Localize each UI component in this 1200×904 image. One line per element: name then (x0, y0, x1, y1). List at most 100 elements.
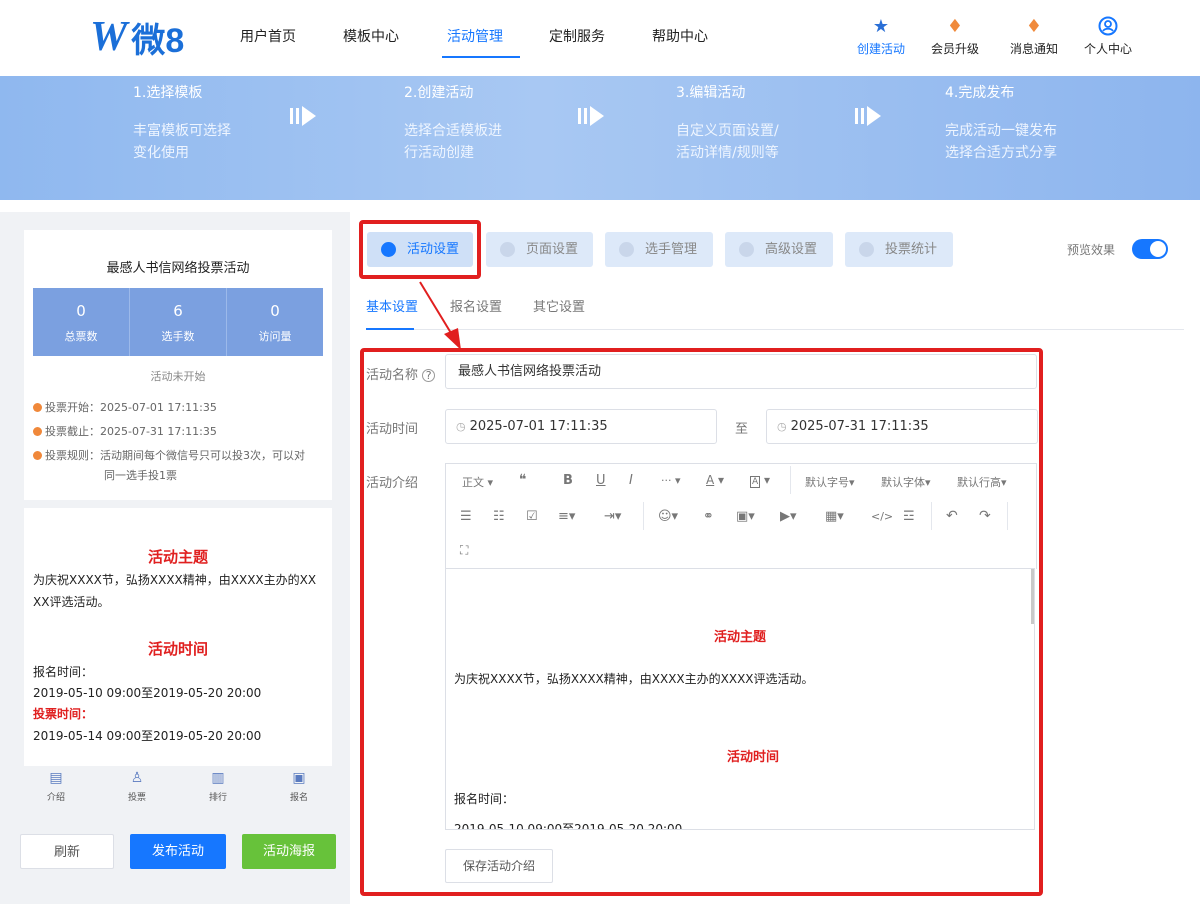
tabbar-label: 排行 (208, 793, 227, 803)
vote-rule-line-2: 同一选手投1票 (104, 469, 177, 482)
highlight-box-tab (359, 220, 481, 279)
crown-icon: ♦ (946, 16, 964, 37)
logo-mark: W (90, 14, 127, 60)
subtab-underline (366, 328, 414, 330)
vote-start-text: 投票开始：2025-07-01 17:11:35 (45, 401, 217, 414)
tabbar-label: 投票 (127, 793, 146, 803)
step-desc: 选择合适方式分享 (945, 145, 1057, 161)
nav-item-help[interactable]: 帮助中心 (652, 26, 708, 46)
star-icon: ★ (872, 16, 890, 37)
tool-label: 个人中心 (1083, 42, 1132, 56)
tabbar-intro[interactable]: ▤ 介绍 (36, 770, 76, 803)
bell-icon: ♦ (1025, 16, 1043, 37)
stat-number: 0 (270, 302, 280, 320)
arrow-right-icon (578, 106, 604, 126)
member-upgrade-button[interactable]: ♦ 会员升级 (920, 16, 990, 57)
person-icon: ♙ (130, 770, 144, 786)
preview-theme-text: 为庆祝XXXX节，弘扬XXXX精神，由XXXX主办的XX (33, 573, 317, 587)
activity-status: 活动未开始 (150, 370, 206, 383)
step-title: 3.编辑活动 (676, 85, 746, 101)
nav-item-activities[interactable]: 活动管理 (447, 26, 503, 46)
user-center-button[interactable]: 个人中心 (1073, 16, 1143, 57)
tab-page-settings[interactable]: 页面设置 (486, 232, 593, 267)
preview-title: 最感人书信网络投票活动 (106, 261, 250, 276)
stat-label: 总票数 (64, 330, 98, 343)
tool-label: 消息通知 (1009, 42, 1058, 56)
step-title: 1.选择模板 (133, 85, 203, 101)
top-nav: W 微8 用户首页 模板中心 活动管理 定制服务 帮助中心 ★ 创建活动 ♦ 会… (0, 0, 1200, 76)
tool-label: 创建活动 (856, 42, 905, 56)
stat-total-votes: 0 总票数 (33, 288, 130, 356)
step-desc: 完成活动一键发布 (945, 123, 1057, 139)
poster-button[interactable]: 活动海报 (242, 834, 336, 869)
tab-player-management[interactable]: 选手管理 (605, 232, 713, 267)
stats-box: 0 总票数 6 选手数 0 访问量 (33, 288, 323, 356)
nav-item-home[interactable]: 用户首页 (240, 26, 296, 46)
stats-icon (859, 242, 874, 257)
tabbar-vote[interactable]: ♙ 投票 (117, 770, 157, 803)
tab-advanced-settings[interactable]: 高级设置 (725, 232, 833, 267)
tabbar-label: 介绍 (46, 793, 65, 803)
preview-signup-range: 2019-05-10 09:00至2019-05-20 20:00 (33, 686, 262, 700)
stat-visits: 0 访问量 (227, 288, 323, 356)
preview-signup-label: 报名时间： (33, 665, 94, 679)
vote-end-line: 投票截止：2025-07-31 17:11:35 (33, 424, 217, 440)
step-title: 4.完成发布 (945, 85, 1015, 101)
tool-label: 会员升级 (930, 42, 979, 56)
highlight-box-form (360, 348, 1043, 896)
step-desc: 变化使用 (133, 145, 189, 161)
info-dot-icon (33, 403, 42, 412)
step-1: 1.选择模板 丰富模板可选择 变化使用 (133, 82, 231, 164)
nav-item-templates[interactable]: 模板中心 (343, 26, 399, 46)
arrow-right-icon (855, 106, 881, 126)
nav-active-underline (442, 56, 520, 58)
preview-toggle-label: 预览效果 (1067, 243, 1116, 257)
advanced-icon (739, 242, 754, 257)
subtab-divider (366, 329, 1184, 330)
nav-item-custom[interactable]: 定制服务 (549, 26, 605, 46)
vote-rule-line: 投票规则：活动期间每个微信号只可以投3次，可以对 (33, 448, 305, 464)
tab-label: 高级设置 (765, 242, 818, 257)
step-desc: 行活动创建 (404, 145, 474, 161)
preview-toggle[interactable] (1132, 239, 1168, 259)
step-title: 2.创建活动 (404, 85, 474, 101)
vote-start-line: 投票开始：2025-07-01 17:11:35 (33, 400, 217, 416)
tabbar-signup[interactable]: ▣ 报名 (279, 770, 319, 803)
page-icon (500, 242, 515, 257)
arrow-right-icon (290, 106, 316, 126)
publish-button[interactable]: 发布活动 (130, 834, 226, 869)
logo[interactable]: W 微8 (90, 14, 184, 60)
stat-label: 选手数 (161, 330, 195, 343)
tabbar-rank[interactable]: ▥ 排行 (198, 770, 238, 803)
stat-number: 0 (76, 302, 86, 320)
tab-label: 页面设置 (526, 242, 579, 257)
stat-number: 6 (173, 302, 183, 320)
tab-label: 投票统计 (885, 242, 938, 257)
step-4: 4.完成发布 完成活动一键发布 选择合适方式分享 (945, 82, 1057, 164)
subtab-other[interactable]: 其它设置 (533, 296, 585, 315)
tabbar-label: 报名 (289, 793, 308, 803)
step-desc: 丰富模板可选择 (133, 123, 231, 139)
info-dot-icon (33, 451, 42, 460)
notifications-button[interactable]: ♦ 消息通知 (999, 16, 1069, 57)
step-3: 3.编辑活动 自定义页面设置/ 活动详情/规则等 (676, 82, 779, 164)
create-activity-button[interactable]: ★ 创建活动 (846, 16, 916, 57)
user-icon (1073, 16, 1143, 38)
tab-vote-stats[interactable]: 投票统计 (845, 232, 953, 267)
vote-rule-text: 投票规则：活动期间每个微信号只可以投3次，可以对 (45, 449, 305, 462)
tab-label: 选手管理 (645, 242, 698, 257)
preview-theme-text-2: XX评选活动。 (33, 595, 110, 609)
step-2: 2.创建活动 选择合适模板进 行活动创建 (404, 82, 502, 164)
process-banner: 1.选择模板 丰富模板可选择 变化使用 2.创建活动 选择合适模板进 行活动创建… (0, 76, 1200, 200)
bar-chart-icon: ▥ (211, 770, 225, 786)
doc-icon: ▤ (49, 770, 63, 786)
preview-vote-range: 2019-05-14 09:00至2019-05-20 20:00 (33, 729, 262, 743)
step-desc: 自定义页面设置/ (676, 123, 779, 139)
stat-label: 访问量 (258, 330, 292, 343)
preview-vote-label: 投票时间： (33, 707, 94, 721)
refresh-button[interactable]: 刷新 (20, 834, 114, 869)
annotation-arrow-icon (419, 281, 461, 350)
step-desc: 选择合适模板进 (404, 123, 502, 139)
info-dot-icon (33, 427, 42, 436)
badge-icon: ▣ (292, 770, 306, 786)
